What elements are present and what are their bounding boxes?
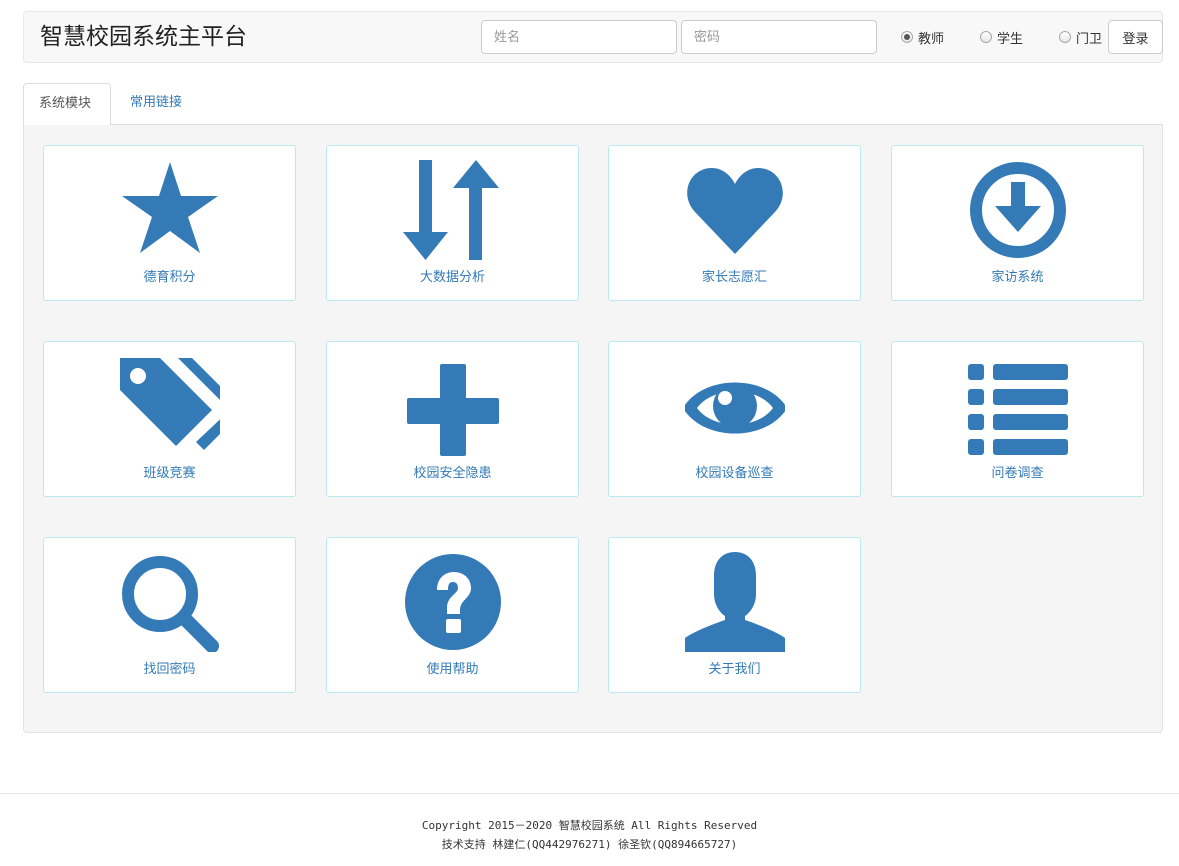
copyright-text: Copyright 2015－2020 智慧校园系统 All Rights Re… — [421, 819, 758, 832]
role-label: 教师 — [918, 31, 945, 47]
eye-icon — [685, 382, 785, 434]
module-tile-moral-points[interactable]: 德育积分 — [43, 145, 296, 301]
plus-icon — [407, 364, 499, 456]
list-icon — [968, 364, 1068, 455]
tab-common-links[interactable]: 常用链接 — [115, 83, 197, 125]
radio-dot[interactable] — [980, 31, 992, 43]
search-icon — [122, 556, 219, 652]
module-tile-class-competition[interactable]: 班级竞赛 — [43, 341, 296, 497]
module-tile-big-data[interactable]: 大数据分析 — [326, 145, 579, 301]
role-radio-teacher[interactable]: 教师 — [901, 27, 944, 47]
name-input[interactable] — [481, 20, 677, 54]
module-label: 家访系统 — [991, 270, 1044, 285]
role-label: 学生 — [997, 31, 1024, 47]
radio-dot[interactable] — [901, 31, 913, 43]
star-icon — [122, 162, 218, 253]
module-tile-recover-password[interactable]: 找回密码 — [43, 537, 296, 693]
module-label: 校园安全隐患 — [413, 466, 492, 481]
module-label: 使用帮助 — [426, 662, 479, 677]
module-label: 家长志愿汇 — [701, 270, 767, 285]
tab-bar: 系统模块 常用链接 — [23, 83, 1163, 126]
module-tile-help[interactable]: 使用帮助 — [326, 537, 579, 693]
module-label: 校园设备巡查 — [695, 466, 774, 481]
top-navbar: 智慧校园系统主平台 教师 学生 门卫 登录 — [23, 11, 1163, 63]
module-label: 班级竞赛 — [143, 466, 196, 481]
modules-panel: 德育积分 大数据分析 家长志愿汇 家访系统 班级竞赛 校园安全隐患 校园设备巡查… — [23, 125, 1163, 733]
role-label: 门卫 — [1076, 31, 1103, 47]
login-button[interactable]: 登录 — [1108, 20, 1163, 54]
module-label: 大数据分析 — [419, 270, 485, 285]
brand-title: 智慧校园系统主平台 — [40, 24, 247, 50]
module-label: 德育积分 — [143, 270, 196, 285]
sort-arrows-icon — [403, 160, 499, 260]
module-tile-about-us[interactable]: 关于我们 — [608, 537, 861, 693]
module-tile-survey[interactable]: 问卷调查 — [891, 341, 1144, 497]
role-radio-student[interactable]: 学生 — [980, 27, 1023, 47]
radio-dot[interactable] — [1059, 31, 1071, 43]
module-label: 问卷调查 — [991, 466, 1044, 481]
role-radio-guard[interactable]: 门卫 — [1059, 27, 1102, 47]
tags-icon — [120, 358, 220, 450]
module-label: 关于我们 — [708, 662, 761, 677]
download-circle-icon — [970, 162, 1066, 258]
module-tile-home-visit[interactable]: 家访系统 — [891, 145, 1144, 301]
module-label: 找回密码 — [143, 662, 196, 677]
password-input[interactable] — [681, 20, 877, 54]
module-tile-campus-safety[interactable]: 校园安全隐患 — [326, 341, 579, 497]
heart-icon — [687, 168, 783, 254]
question-circle-icon — [405, 554, 501, 650]
tab-system-modules[interactable]: 系统模块 — [23, 83, 111, 126]
tech-support-text: 技术支持 林建仁(QQ442976271) 徐圣钦(QQ894665727) — [441, 838, 738, 851]
module-tile-equipment-patrol[interactable]: 校园设备巡查 — [608, 341, 861, 497]
module-tile-parent-volunteers[interactable]: 家长志愿汇 — [608, 145, 861, 301]
user-icon — [685, 552, 785, 652]
footer: Copyright 2015－2020 智慧校园系统 All Rights Re… — [0, 793, 1179, 866]
